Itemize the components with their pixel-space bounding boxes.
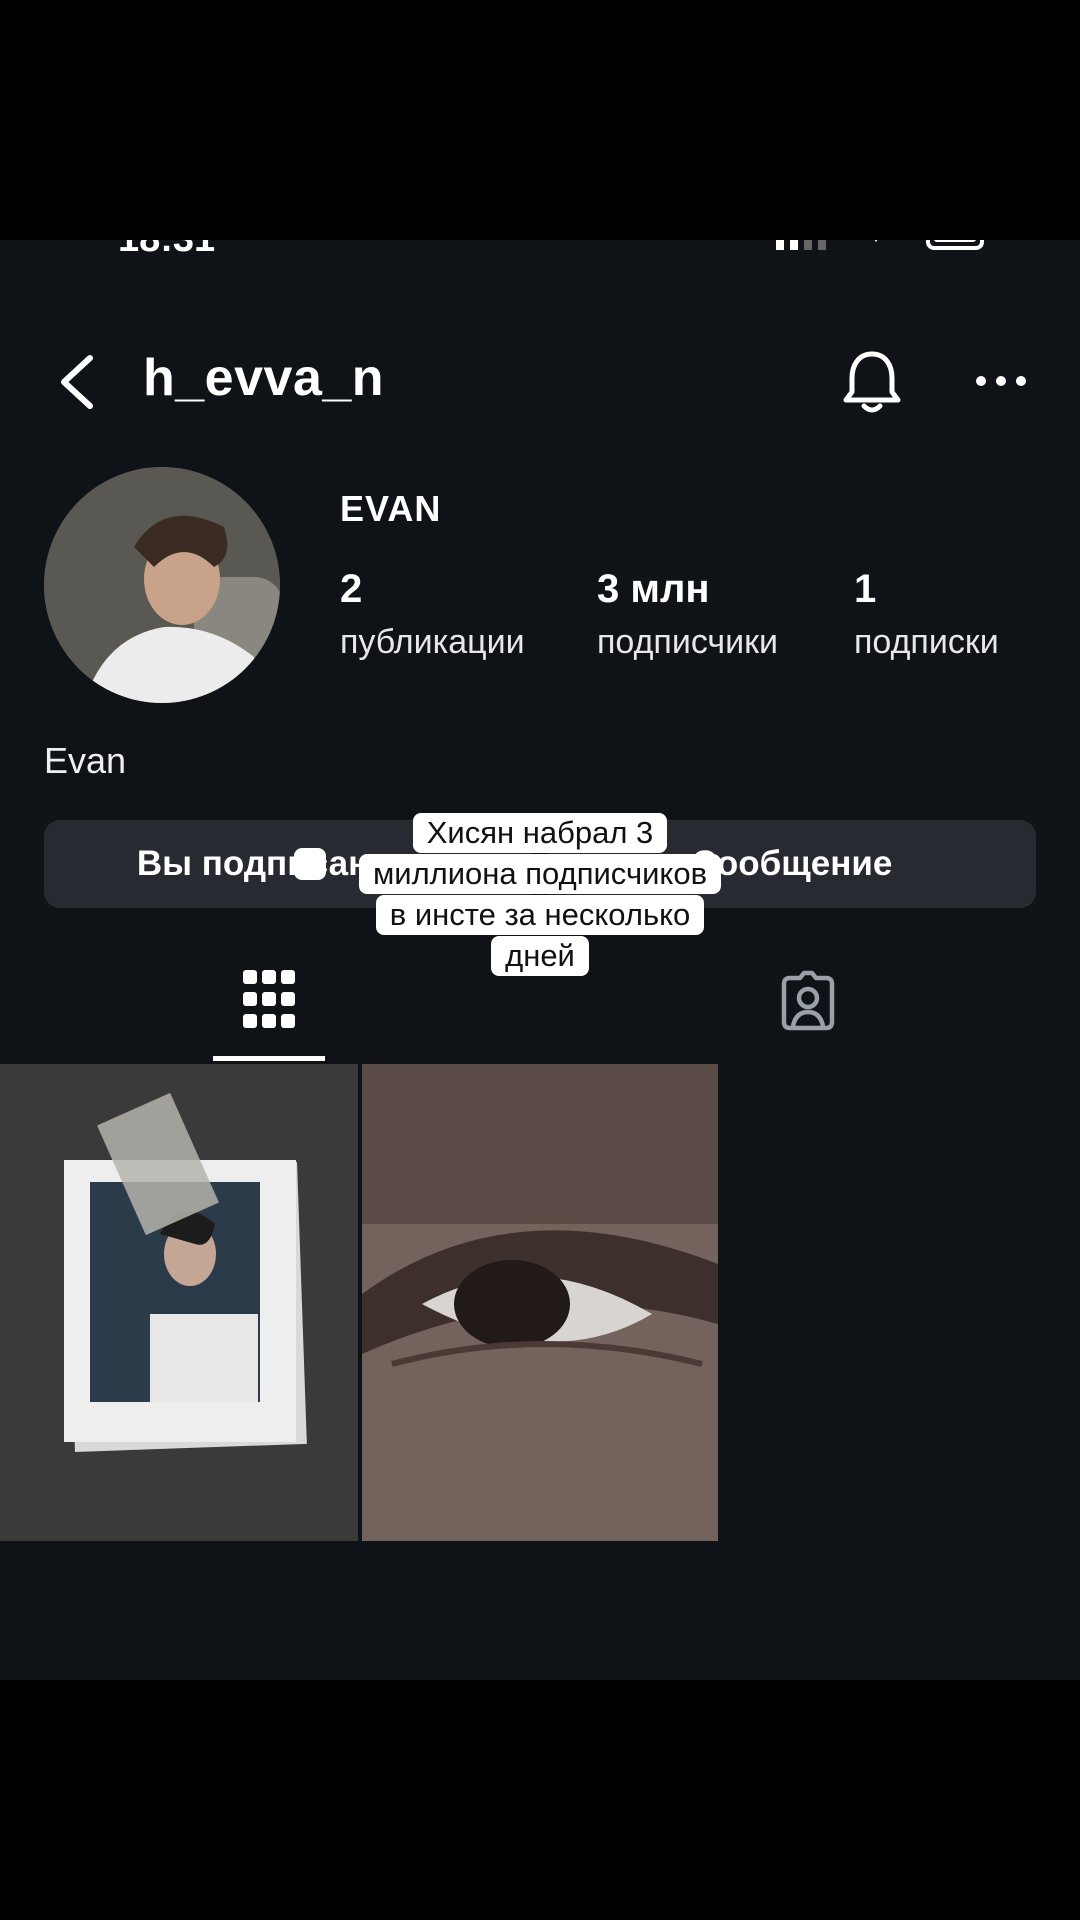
post-thumbnail[interactable] [362, 1064, 718, 1541]
posts-label: публикации [340, 623, 525, 661]
back-arrow-icon[interactable] [52, 352, 102, 412]
active-tab-indicator [213, 1056, 325, 1061]
post-image-eye-closeup [362, 1064, 718, 1541]
caption-line: Хисян набрал 3 [412, 813, 668, 853]
following-label: подписки [854, 623, 999, 661]
profile-username: h_evva_n [143, 349, 385, 407]
caption-line: в инсте за несколько [375, 895, 705, 935]
caption-line: дней [491, 936, 589, 976]
notification-bell-icon[interactable] [838, 346, 906, 418]
battery-icon [926, 240, 984, 250]
posts-stat[interactable]: 2 публикации [340, 567, 525, 662]
video-frame: 18:31 h_evva_n [0, 0, 1080, 1920]
status-time: 18:31 [118, 240, 215, 256]
display-name: EVAN [340, 488, 442, 529]
avatar-photo [44, 467, 280, 703]
profile-avatar[interactable] [44, 467, 280, 703]
following-stat[interactable]: 1 подписки [854, 567, 999, 662]
status-bar: 18:31 [0, 240, 1080, 256]
bio-name: Evan [44, 740, 127, 781]
post-thumbnail[interactable] [0, 1064, 358, 1541]
followers-label: подписчики [597, 623, 779, 661]
caption-line: миллиона подписчиков [358, 854, 722, 894]
more-options-icon[interactable] [974, 366, 1028, 396]
profile-header: h_evva_n [0, 330, 1080, 430]
tagged-person-icon [781, 970, 835, 1031]
video-caption: Хисян набрал 3 миллиона подписчиков в ин… [0, 813, 1080, 977]
followers-count: 3 млн [597, 567, 710, 611]
post-image-polaroid [0, 1064, 358, 1541]
status-icons [776, 240, 984, 250]
followers-stat[interactable]: 3 млн подписчики [597, 567, 778, 662]
signal-icon [776, 240, 826, 250]
wifi-icon [866, 240, 886, 243]
following-count: 1 [854, 567, 877, 611]
posts-count: 2 [340, 567, 363, 611]
grid-icon [243, 970, 295, 1028]
